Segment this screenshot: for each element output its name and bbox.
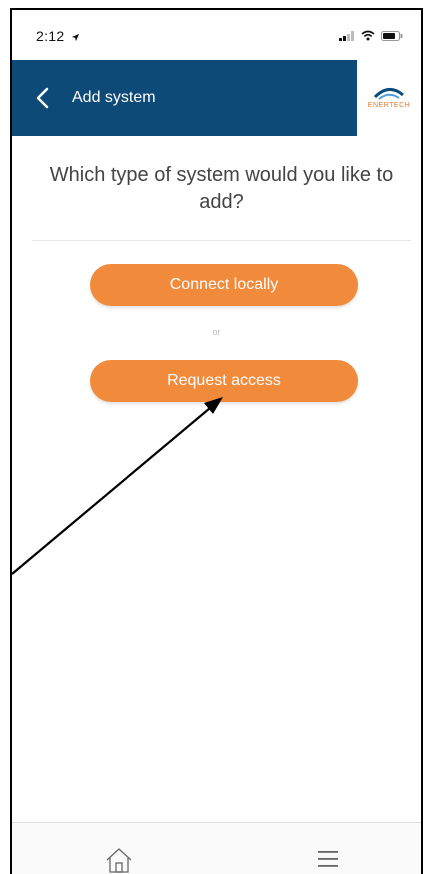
location-arrow-icon xyxy=(71,33,79,42)
request-access-button[interactable]: Request access xyxy=(90,360,358,402)
signal-icon xyxy=(339,30,354,41)
connect-locally-button[interactable]: Connect locally xyxy=(90,264,358,306)
phone-screen: 2:12 Add system ENERTECH Which type of s… xyxy=(10,8,423,874)
status-time: 2:12 xyxy=(36,28,80,44)
battery-icon xyxy=(381,30,403,41)
tab-bar xyxy=(12,822,421,874)
status-icons xyxy=(339,30,403,41)
logo-swoosh-icon xyxy=(373,88,404,100)
divider xyxy=(32,240,411,241)
question-heading: Which type of system would you like to a… xyxy=(49,164,394,213)
navigation-bar: Add system xyxy=(12,60,357,136)
home-icon[interactable] xyxy=(104,846,134,874)
brand-logo: ENERTECH xyxy=(357,60,421,136)
menu-icon[interactable] xyxy=(317,849,339,869)
status-time-text: 2:12 xyxy=(36,28,65,44)
status-bar: 2:12 xyxy=(12,10,421,60)
page-title: Add system xyxy=(72,89,156,106)
chevron-left-icon[interactable] xyxy=(32,85,56,111)
logo-text: ENERTECH xyxy=(367,102,411,109)
or-separator: or xyxy=(212,327,221,337)
wifi-icon xyxy=(361,30,375,41)
